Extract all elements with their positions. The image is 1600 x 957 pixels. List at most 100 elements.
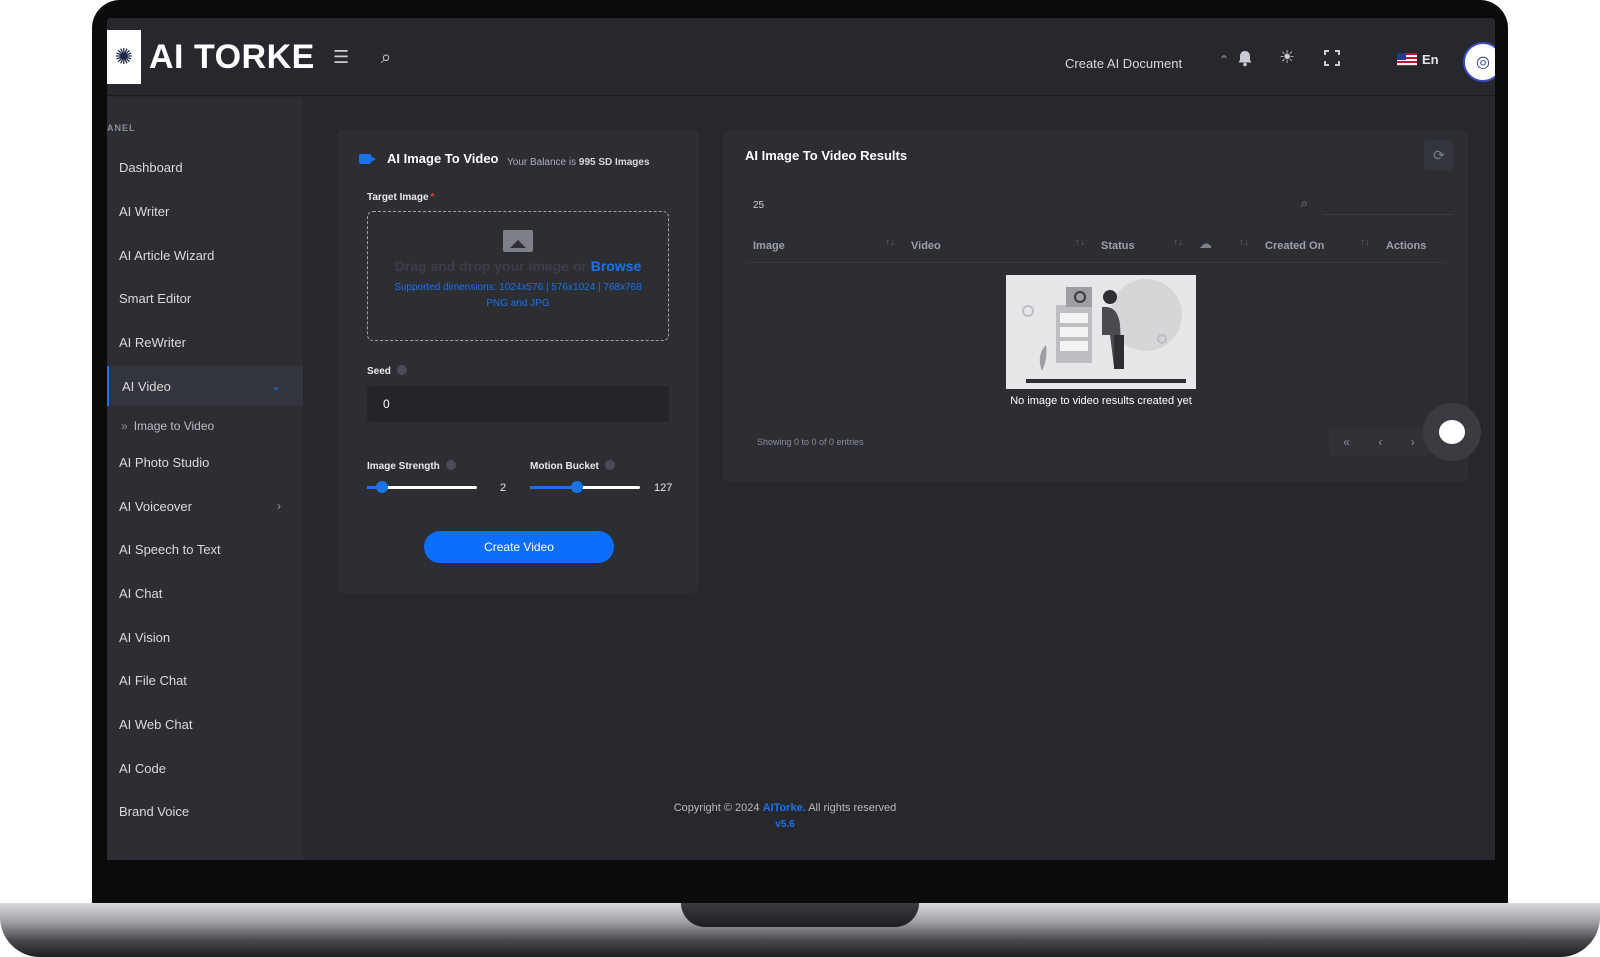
sidebar-item-smart-editor[interactable]: Smart Editor (107, 278, 303, 318)
version-label: v5.6 (775, 819, 795, 830)
bell-icon[interactable] (1237, 50, 1253, 72)
motion-bucket-label-text: Motion Bucket (530, 461, 599, 472)
footer: Copyright © 2024 AITorke. All rights res… (307, 802, 1263, 830)
sidebar-item-label: AI Photo Studio (119, 454, 210, 470)
theme-sun-icon[interactable]: ☀ (1279, 48, 1295, 66)
seed-label: Seed (367, 365, 407, 377)
footer-brand-link[interactable]: AITorke. (763, 802, 806, 814)
sidebar-item-label: AI Writer (119, 203, 170, 219)
create-ai-document-link[interactable]: Create AI Document (1065, 56, 1182, 71)
image-strength-value: 2 (500, 482, 507, 494)
sidebar-item-label: Brand Voice (119, 803, 190, 819)
motion-bucket-value: 127 (654, 482, 673, 494)
sidebar-item-ai-chat[interactable]: AI Chat (107, 573, 303, 613)
results-card: AI Image To Video Results ⟳ 25 ⌕ Image ↑… (723, 130, 1468, 482)
table-search-input[interactable] (1323, 214, 1453, 215)
sidebar-item-ai-speech-to-text[interactable]: AI Speech to Text (107, 529, 303, 569)
info-icon[interactable] (396, 365, 407, 375)
rights-text: All rights reserved (808, 802, 897, 814)
logo-text[interactable]: AI TORKE (149, 38, 315, 77)
table-header-divider (747, 262, 1447, 263)
dropzone-text: Drag and drop your image or Browse (368, 258, 668, 274)
video-camera-icon (359, 154, 376, 164)
image-strength-label-text: Image Strength (367, 461, 440, 472)
empty-state-illustration (1006, 275, 1196, 389)
sidebar-subitem-image-to-video[interactable]: » Image to Video (121, 419, 214, 433)
column-header-actions: Actions (1386, 240, 1427, 252)
column-header-image[interactable]: Image (753, 240, 785, 252)
sidebar-item-ai-rewriter[interactable]: AI ReWriter (107, 322, 303, 362)
slider-thumb[interactable] (376, 481, 388, 493)
user-avatar[interactable]: ◎ (1463, 42, 1495, 82)
showing-entries-text: Showing 0 to 0 of 0 entries (757, 437, 864, 447)
sidebar-item-label: AI Web Chat (119, 716, 193, 732)
column-header-video[interactable]: Video (911, 240, 941, 252)
sidebar-item-ai-writer[interactable]: AI Writer (107, 191, 303, 231)
sort-icon[interactable]: ↑↓ (1075, 237, 1085, 248)
top-header: ✺ AI TORKE ☰ ⌕ Create AI Document ⌃ ☀ En… (107, 18, 1495, 96)
sidebar-item-ai-code[interactable]: AI Code (107, 748, 303, 788)
results-title: AI Image To Video Results (745, 148, 908, 163)
main-content: AI Image To Video Your Balance is 995 SD… (307, 97, 1495, 860)
column-header-status[interactable]: Status (1101, 240, 1135, 252)
chat-widget-button[interactable] (1423, 403, 1481, 461)
empty-state-message: No image to video results created yet (1010, 395, 1192, 407)
image-strength-slider[interactable] (367, 481, 477, 493)
app-screen: ✺ AI TORKE ☰ ⌕ Create AI Document ⌃ ☀ En… (107, 18, 1495, 860)
target-image-label: Target Image * (367, 192, 434, 203)
dimensions-text: Supported dimensions: 1024x576 | 576x102… (394, 282, 642, 293)
sidebar-item-ai-file-chat[interactable]: AI File Chat (107, 660, 303, 700)
next-page-button[interactable]: › (1411, 435, 1415, 449)
column-header-created-on[interactable]: Created On (1265, 240, 1324, 252)
balance-prefix: Your Balance is (507, 157, 577, 168)
menu-toggle-icon[interactable]: ☰ (333, 48, 349, 66)
slider-thumb[interactable] (571, 481, 583, 493)
chat-bubble-icon (1439, 420, 1465, 444)
sidebar-item-label: AI Code (119, 760, 166, 776)
sidebar-item-label: AI Speech to Text (119, 541, 221, 557)
sidebar-item-ai-article-wizard[interactable]: AI Article Wizard (107, 235, 303, 275)
sort-icon[interactable]: ↑↓ (885, 237, 895, 248)
sidebar-item-dashboard[interactable]: Dashboard (107, 147, 303, 187)
entries-per-page-select[interactable]: 25 (753, 200, 764, 211)
fullscreen-icon[interactable] (1324, 50, 1340, 69)
image-icon (503, 230, 533, 252)
sidebar-item-label: AI Article Wizard (119, 247, 215, 263)
cloud-download-icon: ☁ (1199, 236, 1212, 251)
create-video-button[interactable]: Create Video (424, 531, 614, 563)
browse-link[interactable]: Browse (591, 258, 642, 274)
sidebar-item-ai-web-chat[interactable]: AI Web Chat (107, 704, 303, 744)
sort-icon[interactable]: ↑↓ (1239, 237, 1249, 248)
sidebar-item-brand-voice[interactable]: Brand Voice (107, 791, 303, 831)
search-icon: ⌕ (1301, 196, 1308, 210)
chevron-up-icon[interactable]: ⌃ (1219, 53, 1229, 67)
chevron-down-icon: ⌄ (270, 379, 281, 393)
search-icon[interactable]: ⌕ (381, 48, 391, 66)
sidebar-item-ai-voiceover[interactable]: AI Voiceover › (107, 486, 303, 526)
info-icon[interactable] (604, 460, 615, 470)
sidebar-item-ai-photo-studio[interactable]: AI Photo Studio (107, 442, 303, 482)
sort-icon[interactable]: ↑↓ (1173, 237, 1183, 248)
info-icon[interactable] (445, 460, 456, 470)
seed-input[interactable] (367, 386, 669, 422)
sidebar-section-label: ANEL (107, 123, 136, 133)
pagination: « ‹ › (1329, 428, 1429, 456)
sidebar-item-ai-video[interactable]: AI Video ⌄ (107, 366, 303, 406)
sidebar-item-label: AI Video (122, 378, 171, 394)
motion-bucket-label: Motion Bucket (530, 460, 615, 472)
image-dropzone[interactable]: Drag and drop your image or Browse Suppo… (367, 211, 669, 341)
sidebar-item-ai-vision[interactable]: AI Vision (107, 617, 303, 657)
sidebar-item-label: AI Chat (119, 585, 163, 601)
copyright-text: Copyright © 2024 (673, 802, 760, 814)
motion-bucket-slider[interactable] (530, 481, 640, 493)
form-title: AI Image To Video (387, 151, 499, 166)
sort-icon[interactable]: ↑↓ (1360, 237, 1370, 248)
image-strength-label: Image Strength (367, 460, 456, 472)
refresh-icon[interactable]: ⟳ (1424, 140, 1454, 170)
chevron-right-icon: › (277, 499, 281, 513)
logo-brain-icon[interactable]: ✺ (107, 30, 141, 84)
previous-page-button[interactable]: ‹ (1378, 435, 1382, 449)
language-label: En (1422, 52, 1439, 67)
first-page-button[interactable]: « (1343, 435, 1350, 449)
language-selector[interactable]: En (1397, 52, 1439, 67)
